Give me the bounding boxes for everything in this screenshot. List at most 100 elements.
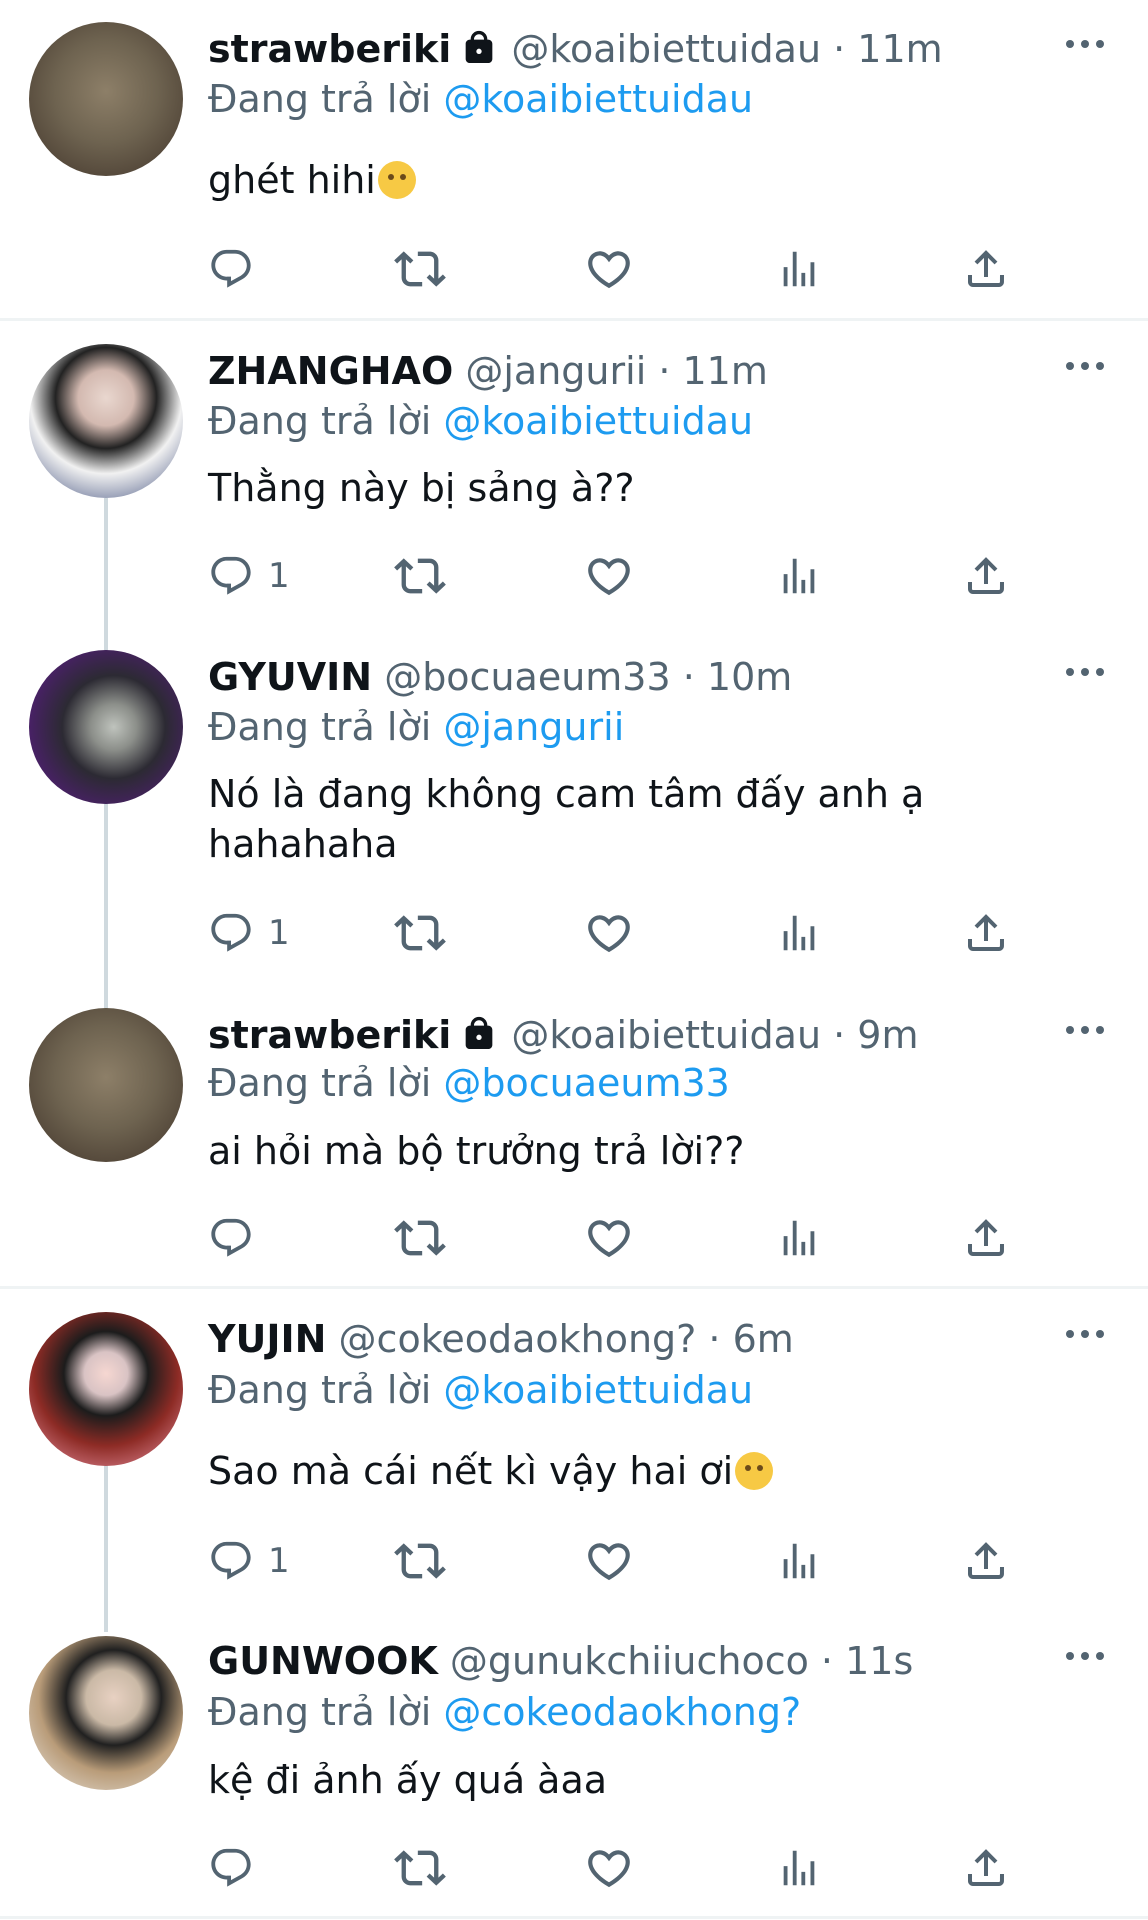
- views-button[interactable]: [776, 551, 822, 601]
- views-button[interactable]: [776, 1843, 822, 1893]
- mention-link[interactable]: @koaibiettuidau: [443, 1368, 753, 1412]
- reply-button[interactable]: 1: [208, 908, 290, 958]
- tweet-text-content: ghét hihi: [208, 158, 376, 202]
- tweet[interactable]: strawberiki @koaibiettuidau · 11m Đang tr…: [0, 0, 1148, 318]
- mention-link[interactable]: @koaibiettuidau: [443, 77, 753, 121]
- views-icon: [776, 553, 822, 599]
- reply-button[interactable]: 1: [208, 551, 290, 601]
- handle[interactable]: @koaibiettuidau: [511, 1013, 821, 1057]
- avatar[interactable]: [29, 344, 183, 498]
- retweet-button[interactable]: [394, 551, 446, 601]
- share-button[interactable]: [962, 551, 1010, 601]
- avatar[interactable]: [29, 1008, 183, 1162]
- display-name[interactable]: GUNWOOK: [208, 1639, 438, 1683]
- avatar[interactable]: [29, 1312, 183, 1466]
- timestamp[interactable]: 11m: [857, 27, 942, 71]
- tweet[interactable]: strawberiki @koaibiettuidau · 9m Đang trả…: [0, 986, 1148, 1286]
- share-button[interactable]: [962, 1843, 1010, 1893]
- reply-count: 1: [268, 1541, 290, 1581]
- more-icon[interactable]: [1062, 1640, 1108, 1670]
- handle[interactable]: @gunukchiiuchoco: [450, 1639, 809, 1683]
- views-button[interactable]: [776, 1213, 822, 1263]
- retweet-icon: [394, 1842, 446, 1894]
- retweet-button[interactable]: [394, 1536, 446, 1586]
- share-button[interactable]: [962, 1213, 1010, 1263]
- timestamp[interactable]: 6m: [733, 1317, 794, 1361]
- handle[interactable]: @bocuaeum33: [384, 655, 670, 699]
- retweet-button[interactable]: [394, 908, 446, 958]
- handle[interactable]: @cokeodaokhong?: [339, 1317, 697, 1361]
- retweet-button[interactable]: [394, 1213, 446, 1263]
- tweet-text: Sao mà cái nết kì vậy hai ơi: [208, 1446, 774, 1496]
- timestamp[interactable]: 9m: [857, 1013, 918, 1057]
- mention-link[interactable]: @koaibiettuidau: [443, 399, 753, 443]
- display-name[interactable]: strawberiki: [208, 27, 451, 71]
- share-button[interactable]: [962, 908, 1010, 958]
- reply-icon: [208, 1845, 254, 1891]
- timestamp[interactable]: 10m: [707, 655, 792, 699]
- share-button[interactable]: [962, 244, 1010, 294]
- timestamp[interactable]: 11s: [845, 1639, 913, 1683]
- more-icon[interactable]: [1062, 1014, 1108, 1044]
- views-icon: [776, 1215, 822, 1261]
- tweet[interactable]: GYUVIN @bocuaeum33 · 10m Đang trả lời @j…: [0, 628, 1148, 986]
- reply-button[interactable]: [208, 244, 268, 294]
- like-button[interactable]: [584, 1843, 634, 1893]
- retweet-icon: [394, 1535, 446, 1587]
- avatar[interactable]: [29, 1636, 183, 1790]
- tweet[interactable]: GUNWOOK @gunukchiiuchoco · 11s Đang trả …: [0, 1612, 1148, 1920]
- separator-dot: ·: [808, 1639, 846, 1683]
- views-icon: [776, 1538, 822, 1584]
- views-button[interactable]: [776, 244, 822, 294]
- like-button[interactable]: [584, 1213, 634, 1263]
- reply-icon: [208, 910, 254, 956]
- tweet[interactable]: YUJIN @cokeodaokhong? · 6m Đang trả lời …: [0, 1290, 1148, 1610]
- share-button[interactable]: [962, 1536, 1010, 1586]
- avatar[interactable]: [29, 22, 183, 176]
- views-icon: [776, 1845, 822, 1891]
- mention-link[interactable]: @jangurii: [443, 705, 624, 749]
- avatar[interactable]: [29, 650, 183, 804]
- reply-context: Đang trả lời @koaibiettuidau: [208, 74, 753, 124]
- action-bar: 1: [208, 551, 1108, 601]
- like-button[interactable]: [584, 1536, 634, 1586]
- like-button[interactable]: [584, 908, 634, 958]
- retweet-button[interactable]: [394, 1843, 446, 1893]
- reply-context: Đang trả lời @cokeodaokhong?: [208, 1687, 801, 1737]
- retweet-icon: [394, 1212, 446, 1264]
- more-icon[interactable]: [1062, 656, 1108, 686]
- display-name[interactable]: ZHANGHAO: [208, 349, 453, 393]
- views-button[interactable]: [776, 1536, 822, 1586]
- display-name[interactable]: strawberiki: [208, 1013, 451, 1057]
- handle[interactable]: @jangurii: [465, 349, 646, 393]
- tweet-divider: [0, 1916, 1148, 1919]
- mention-link[interactable]: @cokeodaokhong?: [443, 1690, 801, 1734]
- reply-prefix: Đang trả lời: [208, 399, 432, 443]
- display-name[interactable]: GYUVIN: [208, 655, 372, 699]
- like-icon: [584, 1213, 634, 1263]
- retweet-icon: [394, 550, 446, 602]
- timestamp[interactable]: 11m: [683, 349, 768, 393]
- views-button[interactable]: [776, 908, 822, 958]
- share-icon: [962, 552, 1010, 600]
- like-button[interactable]: [584, 551, 634, 601]
- separator-dot: ·: [670, 655, 707, 699]
- share-icon: [962, 1537, 1010, 1585]
- views-icon: [776, 910, 822, 956]
- mention-link[interactable]: @bocuaeum33: [443, 1061, 729, 1105]
- tweet-divider: [0, 318, 1148, 321]
- reply-button[interactable]: [208, 1213, 268, 1263]
- handle[interactable]: @koaibiettuidau: [511, 27, 821, 71]
- tweet[interactable]: ZHANGHAO @jangurii · 11m Đang trả lời @k…: [0, 322, 1148, 628]
- like-button[interactable]: [584, 244, 634, 294]
- more-icon[interactable]: [1062, 1318, 1108, 1348]
- more-icon[interactable]: [1062, 28, 1108, 58]
- reply-context: Đang trả lời @bocuaeum33: [208, 1058, 730, 1108]
- retweet-button[interactable]: [394, 244, 446, 294]
- like-icon: [584, 1536, 634, 1586]
- reply-button[interactable]: [208, 1843, 268, 1893]
- display-name[interactable]: YUJIN: [208, 1317, 326, 1361]
- more-icon[interactable]: [1062, 350, 1108, 380]
- reply-prefix: Đang trả lời: [208, 1690, 432, 1734]
- reply-button[interactable]: 1: [208, 1536, 290, 1586]
